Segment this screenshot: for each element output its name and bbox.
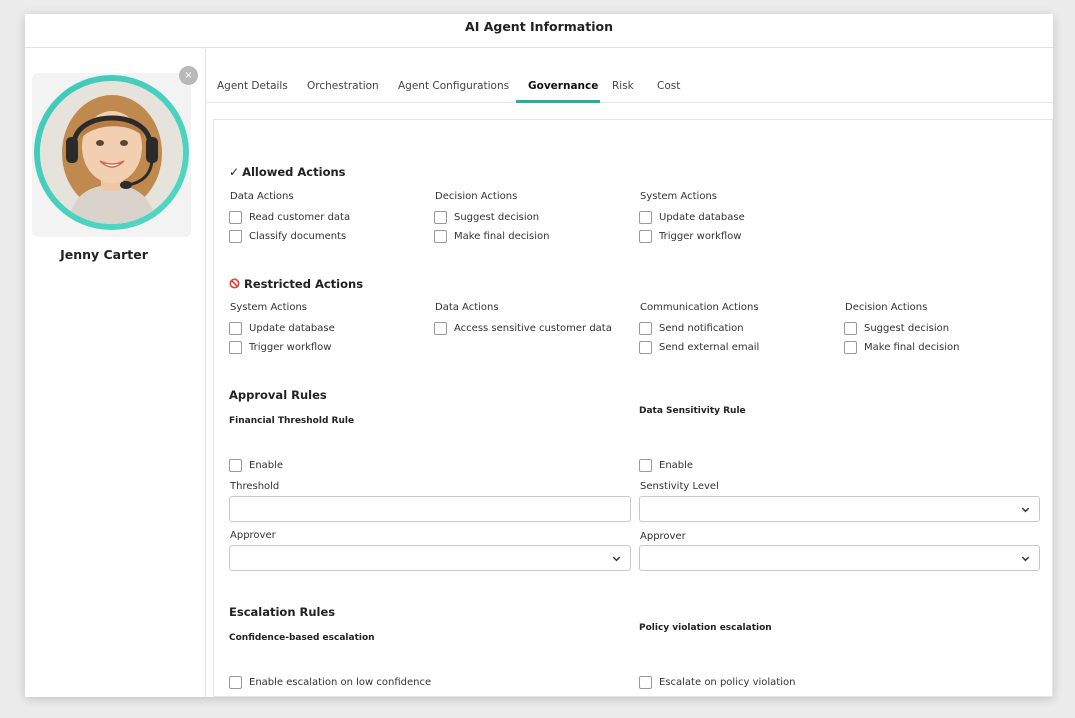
escalation-rules-heading: Escalation Rules <box>229 605 336 619</box>
checkbox-row[interactable]: Make final decision <box>434 228 549 244</box>
restricted-actions-heading: Restricted Actions <box>229 277 363 291</box>
checkbox[interactable] <box>229 210 242 224</box>
restricted-group-title: System Actions <box>230 302 307 313</box>
checkbox[interactable] <box>229 458 242 472</box>
approval-rules-heading: Approval Rules <box>229 388 327 402</box>
checkbox-row[interactable]: Send notification <box>639 320 744 336</box>
tab-agent-configurations[interactable]: Agent Configurations <box>398 80 509 92</box>
sensitivity-level-select[interactable] <box>639 496 1040 522</box>
restricted-group-title: Data Actions <box>435 302 499 313</box>
checkbox-row[interactable]: Classify documents <box>229 228 346 244</box>
financial-enable-row[interactable]: Enable <box>229 457 283 473</box>
avatar <box>40 81 183 224</box>
sensitivity-level-label: Senstivity Level <box>640 481 719 492</box>
sensitivity-approver-select[interactable] <box>639 545 1040 571</box>
checkbox[interactable] <box>639 321 652 335</box>
allowed-actions-heading: ✓ Allowed Actions <box>229 165 346 179</box>
checkbox[interactable] <box>639 458 652 472</box>
financial-rule-title: Financial Threshold Rule <box>229 416 355 426</box>
checkbox-row[interactable]: Suggest decision <box>434 209 539 225</box>
checkbox[interactable] <box>639 210 652 224</box>
tab-orchestration[interactable]: Orchestration <box>307 80 379 92</box>
checkbox[interactable] <box>229 675 242 689</box>
financial-approver-select[interactable] <box>229 545 631 571</box>
approver-label: Approver <box>640 531 686 542</box>
threshold-label: Threshold <box>230 481 280 492</box>
agent-name: Jenny Carter <box>60 247 148 262</box>
check-icon: ✓ <box>229 165 240 179</box>
tab-cost[interactable]: Cost <box>657 80 680 92</box>
approver-label: Approver <box>230 530 276 541</box>
checkbox-row[interactable]: Trigger workflow <box>229 339 331 355</box>
checkbox[interactable] <box>229 340 242 354</box>
sensitivity-rule-title: Data Sensitivity Rule <box>639 406 746 416</box>
avatar-portrait-icon <box>40 81 183 224</box>
checkbox-row[interactable]: Update database <box>229 320 335 336</box>
checkbox-row[interactable]: Suggest decision <box>844 320 949 336</box>
avatar-card <box>32 73 191 237</box>
tab-governance[interactable]: Governance <box>528 80 598 92</box>
checkbox-row[interactable]: Read customer data <box>229 209 350 225</box>
policy-escalation-row[interactable]: Escalate on policy violation <box>639 674 795 690</box>
ban-icon <box>229 278 240 289</box>
restricted-group-title: Decision Actions <box>845 302 928 313</box>
restricted-group-title: Communication Actions <box>640 302 759 313</box>
checkbox-row[interactable]: Access sensitive customer data <box>434 320 612 336</box>
threshold-input[interactable] <box>229 496 631 522</box>
checkbox[interactable] <box>639 229 652 243</box>
agent-info-window: AI Agent Information × Jenny Carter Agen… <box>25 14 1053 697</box>
checkbox[interactable] <box>434 210 447 224</box>
allowed-group-title: Data Actions <box>230 191 294 202</box>
checkbox-row[interactable]: Update database <box>639 209 745 225</box>
checkbox[interactable] <box>639 675 652 689</box>
checkbox-row[interactable]: Trigger workflow <box>639 228 741 244</box>
tab-agent-details[interactable]: Agent Details <box>217 80 288 92</box>
chevron-down-icon <box>1021 556 1030 562</box>
confidence-escalation-row[interactable]: Enable escalation on low confidence <box>229 674 431 690</box>
avatar-ring <box>34 75 189 230</box>
checkbox[interactable] <box>844 321 857 335</box>
allowed-group-title: System Actions <box>640 191 717 202</box>
checkbox[interactable] <box>434 321 447 335</box>
active-tab-indicator <box>516 100 600 103</box>
tab-risk[interactable]: Risk <box>612 80 634 92</box>
confidence-escalation-title: Confidence-based escalation <box>229 633 375 643</box>
checkbox[interactable] <box>844 340 857 354</box>
checkbox-row[interactable]: Send external email <box>639 339 759 355</box>
tab-bar: Agent Details Orchestration Agent Config… <box>206 49 1053 103</box>
checkbox[interactable] <box>434 229 447 243</box>
policy-escalation-title: Policy violation escalation <box>639 623 772 633</box>
window-title: AI Agent Information <box>25 14 1053 48</box>
allowed-group-title: Decision Actions <box>435 191 518 202</box>
chevron-down-icon <box>1021 507 1030 513</box>
checkbox[interactable] <box>229 229 242 243</box>
close-icon[interactable]: × <box>179 66 198 85</box>
sensitivity-enable-row[interactable]: Enable <box>639 457 693 473</box>
checkbox-row[interactable]: Make final decision <box>844 339 959 355</box>
chevron-down-icon <box>612 556 621 562</box>
checkbox[interactable] <box>639 340 652 354</box>
checkbox[interactable] <box>229 321 242 335</box>
governance-panel: ✓ Allowed Actions Data Actions Read custo… <box>213 119 1053 697</box>
profile-panel: × Jenny Carter <box>25 49 206 697</box>
